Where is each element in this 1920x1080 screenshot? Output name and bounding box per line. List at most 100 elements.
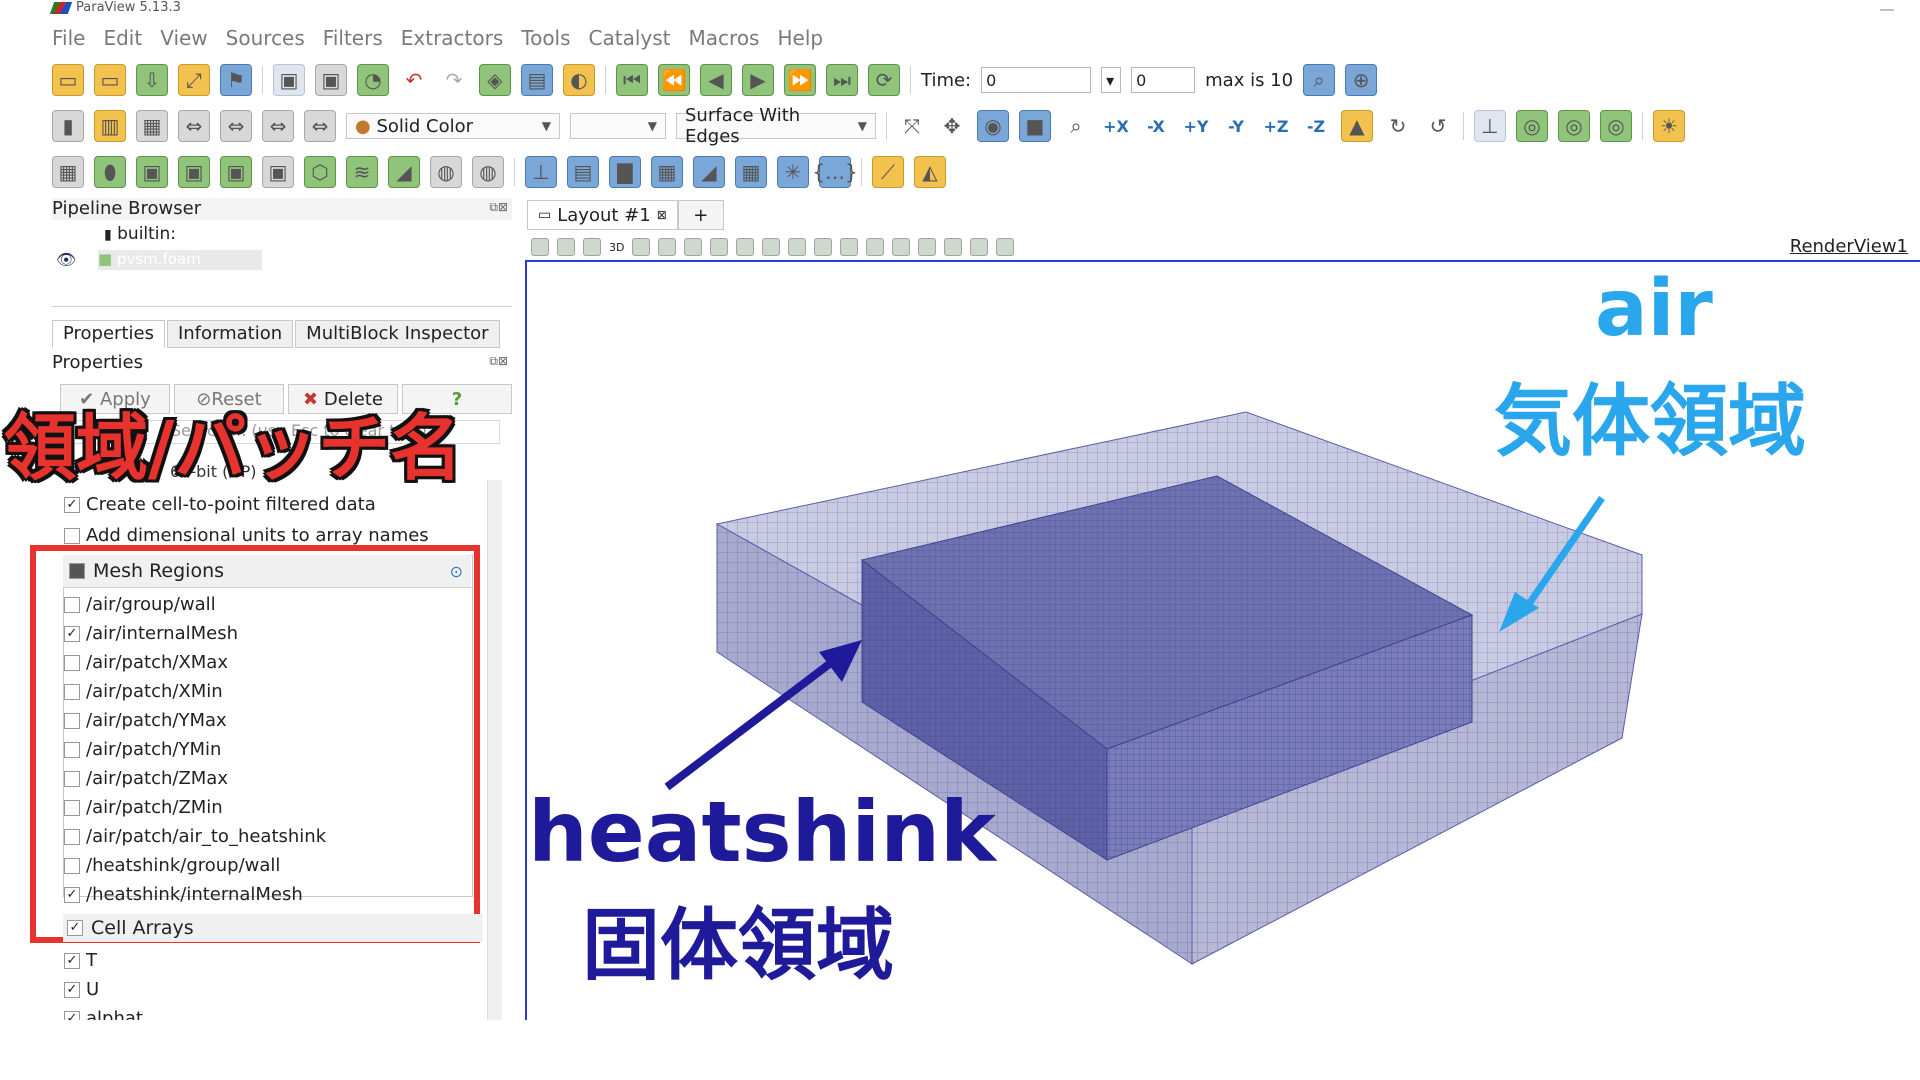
tab-information[interactable]: Information xyxy=(166,320,294,348)
time-value-input[interactable]: 0 xyxy=(981,67,1092,93)
slice-icon[interactable]: ▣ xyxy=(178,156,210,188)
extract-level-icon[interactable]: ◍ xyxy=(472,156,504,188)
representation-select[interactable]: Surface With Edges ▼ xyxy=(676,105,876,147)
edit-color-map-icon[interactable]: ▥ xyxy=(94,110,126,142)
plot-global-variables-icon[interactable]: ◢ xyxy=(693,156,725,188)
rescale-time-icon[interactable]: ⇔ xyxy=(220,110,252,142)
interactive-select-cells-icon[interactable] xyxy=(840,238,859,256)
plot-over-line-icon[interactable]: ⊥ xyxy=(525,156,557,188)
menu-file[interactable]: File xyxy=(52,26,85,54)
menu-view[interactable]: View xyxy=(160,26,207,54)
close-tab-icon[interactable]: ⊠ xyxy=(657,208,667,222)
select-points-polygon-icon[interactable] xyxy=(788,238,807,256)
glyph-icon[interactable]: ⬡ xyxy=(304,156,336,188)
find-data-filter-icon[interactable]: ✳ xyxy=(777,156,809,188)
pipeline-builtin[interactable]: ▮ builtin: xyxy=(104,224,176,244)
capture-screenshot-icon[interactable] xyxy=(583,238,601,256)
menu-macros[interactable]: Macros xyxy=(689,26,760,54)
cell-array-item[interactable]: ✓ U xyxy=(64,975,143,1004)
plot-selection-icon[interactable]: ▤ xyxy=(567,156,599,188)
loop-icon[interactable]: ⟳ xyxy=(868,64,900,96)
tab-properties[interactable]: Properties xyxy=(52,320,165,348)
view-split-horizontal-icon[interactable] xyxy=(531,238,549,256)
menu-extractors[interactable]: Extractors xyxy=(401,26,504,54)
select-points-through-icon[interactable] xyxy=(736,238,755,256)
shrink-selection-icon[interactable] xyxy=(970,238,989,256)
grow-selection-icon[interactable] xyxy=(944,238,963,256)
edit-color-map-icon[interactable]: ◐ xyxy=(563,64,595,96)
select-block-icon[interactable] xyxy=(814,238,833,256)
rescale-custom-icon[interactable]: ⇔ xyxy=(178,110,210,142)
save-state-icon[interactable]: ▣ xyxy=(315,64,347,96)
disconnect-icon[interactable]: ⚑ xyxy=(220,64,252,96)
hover-points-icon[interactable] xyxy=(892,238,911,256)
create-cell-to-point-checkbox[interactable]: ✓ xyxy=(64,496,80,513)
play-icon[interactable]: ▶ xyxy=(742,64,774,96)
clip-icon[interactable]: ▣ xyxy=(136,156,168,188)
interactive-select-points-icon[interactable] xyxy=(866,238,885,256)
connect-icon[interactable]: ⤢ xyxy=(178,64,210,96)
component-select[interactable]: ▼ xyxy=(570,113,666,139)
render-view-name[interactable]: RenderView1 xyxy=(1790,236,1908,257)
select-cells-on-icon[interactable] xyxy=(658,238,677,256)
threshold-icon[interactable]: ▣ xyxy=(220,156,252,188)
reset-center-icon[interactable]: ◎ xyxy=(1558,110,1590,142)
cell-array-checkbox[interactable]: ✓ xyxy=(64,981,80,998)
pick-center-icon[interactable]: ◎ xyxy=(1600,110,1632,142)
probe-location-icon[interactable]: ▦ xyxy=(735,156,767,188)
reverse-play-icon[interactable]: ◀ xyxy=(700,64,732,96)
view-minus-x-icon[interactable]: -X xyxy=(1141,111,1171,141)
next-frame-icon[interactable]: ⏩ xyxy=(784,64,816,96)
view-minus-y-icon[interactable]: -Y xyxy=(1221,111,1251,141)
properties-scrollbar[interactable] xyxy=(487,480,502,1020)
time-dropdown-arrow[interactable]: ▾ xyxy=(1101,67,1122,93)
zoom-to-box-icon[interactable]: ⌕ xyxy=(1061,111,1091,141)
histogram-icon[interactable]: ▇ xyxy=(609,156,641,188)
add-dimensional-units-checkbox[interactable] xyxy=(64,527,80,544)
menu-filters[interactable]: Filters xyxy=(323,26,383,54)
light-kit-icon[interactable]: ☀ xyxy=(1653,110,1685,142)
last-frame-icon[interactable]: ⏭ xyxy=(826,64,858,96)
tab-multiblock-inspector[interactable]: MultiBlock Inspector xyxy=(295,320,500,348)
reset-camera-closest-icon[interactable]: ✥ xyxy=(937,111,967,141)
protractor-icon[interactable]: ◭ xyxy=(914,156,946,188)
save-screenshot-icon[interactable]: ▤ xyxy=(521,64,553,96)
cell-array-checkbox[interactable]: ✓ xyxy=(64,952,80,969)
show-center-icon[interactable]: ◎ xyxy=(1516,110,1548,142)
undo-icon[interactable]: ↶ xyxy=(399,65,429,95)
rescale-visible-icon[interactable]: ⇔ xyxy=(262,110,294,142)
plot-data-over-time-icon[interactable]: ▦ xyxy=(651,156,683,188)
tab-layout-1[interactable]: ▭ Layout #1 ⊠ xyxy=(527,200,678,230)
ruler-icon[interactable]: ⟋ xyxy=(872,156,904,188)
view-minus-z-icon[interactable]: -Z xyxy=(1301,111,1331,141)
minimize-button[interactable]: — xyxy=(1872,0,1902,18)
recent-files-icon[interactable]: ▭ xyxy=(94,64,126,96)
view-plus-y-icon[interactable]: +Y xyxy=(1181,111,1211,141)
load-data-icon[interactable]: ⇩ xyxy=(136,64,168,96)
cell-array-item[interactable]: ✓ T xyxy=(64,946,143,975)
menu-tools[interactable]: Tools xyxy=(521,26,570,54)
menu-catalyst[interactable]: Catalyst xyxy=(589,26,671,54)
reset-range-icon[interactable]: ▦ xyxy=(136,110,168,142)
hover-cells-icon[interactable] xyxy=(918,238,937,256)
time-step-input[interactable]: 0 xyxy=(1131,67,1196,93)
toggle-3d-button[interactable]: 3D xyxy=(609,241,624,254)
view-plus-x-icon[interactable]: +X xyxy=(1101,111,1131,141)
color-by-select[interactable]: ● Solid Color ▼ xyxy=(346,113,560,139)
select-points-on-icon[interactable] xyxy=(684,238,703,256)
python-calculator-icon[interactable]: {…} xyxy=(812,156,858,188)
view-plus-z-icon[interactable]: +Z xyxy=(1261,111,1291,141)
menu-sources[interactable]: Sources xyxy=(226,26,305,54)
contour-icon[interactable]: ⬮ xyxy=(94,156,126,188)
rescale-over-time-icon[interactable]: ⇔ xyxy=(304,110,336,142)
zoom-to-data-icon[interactable]: ◉ xyxy=(977,110,1009,142)
select-cells-polygon-icon[interactable] xyxy=(762,238,781,256)
eye-icon[interactable]: 👁 xyxy=(56,250,76,269)
camera-undo-icon[interactable] xyxy=(632,238,651,256)
toggle-color-legend-icon[interactable]: ▮ xyxy=(52,110,84,142)
view-split-vertical-icon[interactable] xyxy=(557,238,575,256)
isometric-view-icon[interactable]: ▲ xyxy=(1341,110,1373,142)
reset-camera-icon[interactable]: ⤧ xyxy=(897,111,927,141)
pipeline-source-item[interactable]: ■ pvsm.foam xyxy=(98,250,262,270)
add-layout-button[interactable]: + xyxy=(677,200,724,230)
